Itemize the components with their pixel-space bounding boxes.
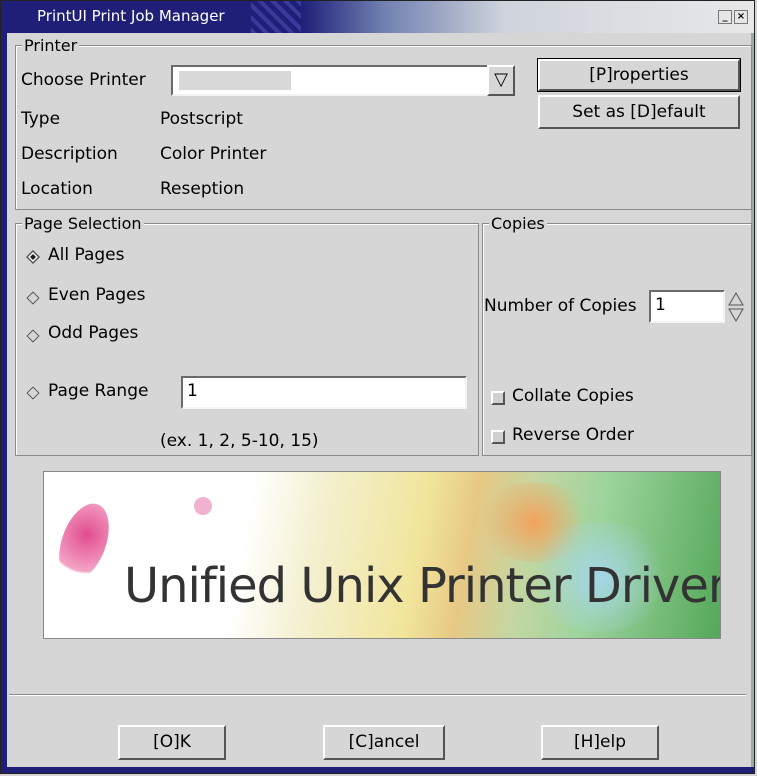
location-label: Location [21,179,93,199]
copies-title: Copies [489,214,547,233]
collate-label[interactable]: Collate Copies [512,386,634,406]
close-button[interactable]: × [734,10,748,24]
reverse-order-label[interactable]: Reverse Order [512,425,634,445]
page-range-label[interactable]: Page Range [48,381,148,401]
odd-pages-label[interactable]: Odd Pages [48,323,138,343]
location-value: Reseption [160,179,245,199]
bottom-separator [9,694,746,696]
radio-even-pages-icon[interactable] [25,290,41,306]
printer-select-value [179,71,291,90]
collate-checkbox[interactable] [491,391,505,405]
type-label: Type [21,109,61,129]
printer-dropdown-arrow-icon[interactable]: ▽ [487,65,515,96]
window-bottom-border [1,767,754,773]
page-selection-title: Page Selection [22,214,144,233]
window-left-border [1,33,7,773]
title-bar-gradient [301,1,754,33]
page-range-input[interactable]: 1 [181,376,467,409]
copies-spin-icon[interactable] [727,291,745,323]
reverse-order-checkbox[interactable] [491,430,505,444]
choose-printer-label: Choose Printer [21,70,146,90]
radio-page-range-icon[interactable] [25,385,41,401]
number-of-copies-label: Number of Copies [484,296,637,316]
logo-dot [194,497,212,515]
even-pages-label[interactable]: Even Pages [48,285,145,305]
printer-group-title: Printer [22,36,80,55]
radio-all-pages-icon[interactable] [25,249,41,265]
type-value: Postscript [160,109,243,129]
ok-button[interactable]: [O]K [118,725,226,760]
title-bar[interactable]: PrintUI Print Job Manager _ × [1,1,754,33]
description-label: Description [21,144,118,164]
copies-input[interactable]: 1 [649,290,725,323]
driver-logo-banner: Unified Unix Printer Driver [43,471,721,639]
set-default-button[interactable]: Set as [D]efault [538,95,740,129]
help-button[interactable]: [H]elp [541,725,659,760]
copies-group: Copies [482,215,752,456]
radio-odd-pages-icon[interactable] [25,328,41,344]
window-title: PrintUI Print Job Manager [37,7,225,25]
description-value: Color Printer [160,144,267,164]
cancel-button[interactable]: [C]ancel [323,725,445,760]
logo-text: Unified Unix Printer Driver [124,558,721,614]
page-range-hint: (ex. 1, 2, 5-10, 15) [160,431,319,451]
minimize-button[interactable]: _ [718,10,732,24]
printer-select[interactable] [171,65,489,96]
all-pages-label[interactable]: All Pages [48,245,125,265]
properties-button[interactable]: [P]roperties [537,58,741,92]
print-dialog-window: PrintUI Print Job Manager _ × Printer Ch… [0,0,755,774]
